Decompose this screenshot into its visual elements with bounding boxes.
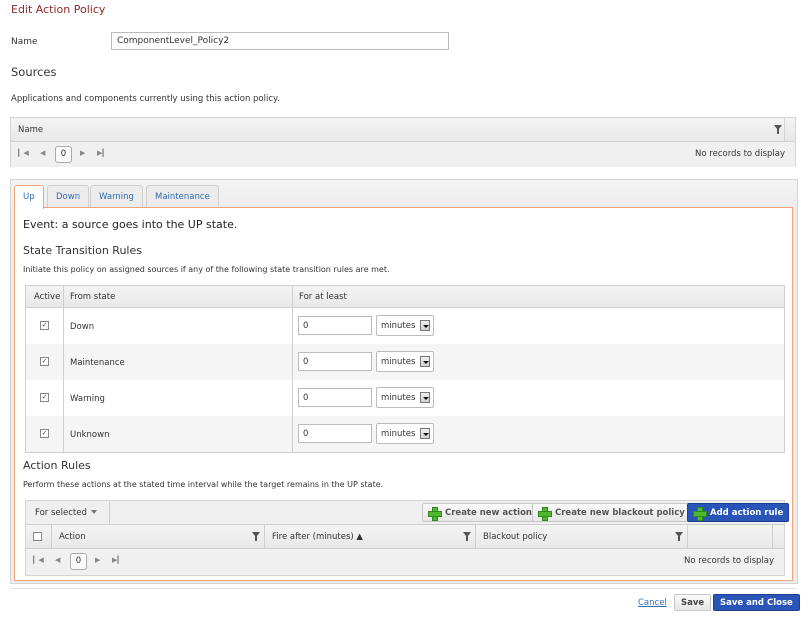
for-selected-label: For selected: [35, 508, 87, 518]
next-page-icon[interactable]: ▶: [80, 149, 85, 157]
table-row: ✓ Maintenance 0 minutes: [26, 344, 784, 380]
duration-input[interactable]: 0: [298, 424, 372, 443]
create-blackout-policy-button[interactable]: Create new blackout policy: [532, 503, 691, 522]
column-header-for-at-least: For at least: [299, 292, 347, 302]
unit-select-value: minutes: [381, 321, 416, 331]
from-state: Unknown: [70, 430, 110, 440]
chevron-down-icon: [90, 510, 97, 514]
footer-divider: [10, 588, 796, 589]
column-header-from-state: From state: [70, 292, 116, 302]
dropdown-arrow-icon[interactable]: [420, 356, 430, 367]
active-checkbox[interactable]: ✓: [40, 357, 49, 366]
plus-icon: [693, 507, 707, 521]
from-state: Down: [70, 322, 95, 332]
state-transition-header: Active From state For at least: [26, 286, 784, 308]
page-number[interactable]: 0: [70, 553, 87, 570]
create-new-action-button[interactable]: Create new action: [422, 503, 538, 522]
plus-icon: [428, 507, 442, 521]
prev-page-icon[interactable]: ◀: [55, 556, 60, 564]
next-page-icon[interactable]: ▶: [95, 556, 100, 564]
active-checkbox[interactable]: ✓: [40, 321, 49, 330]
active-checkbox[interactable]: ✓: [40, 393, 49, 402]
action-rules-heading: Action Rules: [23, 459, 91, 472]
save-and-close-button[interactable]: Save and Close: [713, 594, 800, 611]
unit-select[interactable]: minutes: [376, 315, 434, 336]
action-rules-toolbar: For selected Create new action Create ne…: [26, 501, 790, 525]
column-header-blackout-policy[interactable]: Blackout policy: [483, 532, 547, 542]
for-selected-dropdown[interactable]: For selected: [26, 501, 110, 524]
column-header-name[interactable]: Name: [18, 125, 43, 135]
sources-pager: ▎◀ ◀ 0 ▶ ▶▎ No records to display: [11, 142, 795, 167]
state-transition-table: Active From state For at least ✓ Down 0 …: [25, 285, 785, 453]
dropdown-arrow-icon[interactable]: [420, 428, 430, 439]
create-new-action-label: Create new action: [445, 508, 532, 518]
tab-down[interactable]: Down: [47, 185, 90, 207]
add-action-rule-label: Add action rule: [710, 508, 784, 518]
scrollbar-column: [784, 118, 795, 141]
no-records-text: No records to display: [684, 556, 774, 566]
state-transition-description: Initiate this policy on assigned sources…: [23, 265, 390, 274]
prev-page-icon[interactable]: ◀: [40, 149, 45, 157]
action-rules-header: Action Fire after (minutes) ▲ Blackout p…: [26, 525, 784, 549]
from-state: Maintenance: [70, 358, 125, 368]
tab-warning[interactable]: Warning: [90, 185, 143, 207]
column-header-action[interactable]: Action: [59, 532, 86, 542]
unit-select[interactable]: minutes: [376, 351, 434, 372]
duration-input[interactable]: 0: [298, 316, 372, 335]
filter-icon[interactable]: [252, 532, 260, 541]
table-row: ✓ Warning 0 minutes: [26, 380, 784, 416]
tab-maintenance[interactable]: Maintenance: [146, 185, 219, 207]
page-title: Edit Action Policy: [11, 3, 106, 16]
first-page-icon[interactable]: ▎◀: [33, 556, 44, 564]
column-header-active: Active: [34, 292, 61, 302]
sources-grid-header: Name: [11, 118, 795, 142]
action-rules-pager: ▎◀ ◀ 0 ▶ ▶▎ No records to display: [26, 549, 784, 574]
unit-select[interactable]: minutes: [376, 423, 434, 444]
state-transition-heading: State Transition Rules: [23, 244, 142, 257]
table-row: ✓ Down 0 minutes: [26, 308, 784, 344]
event-description: Event: a source goes into the UP state.: [23, 218, 238, 231]
state-tabstrip: Up Down Warning Maintenance Event: a sou…: [10, 179, 798, 584]
unit-select-value: minutes: [381, 429, 416, 439]
active-checkbox[interactable]: ✓: [40, 429, 49, 438]
sources-heading: Sources: [11, 65, 57, 79]
select-all-checkbox[interactable]: [33, 532, 42, 541]
action-rules-description: Perform these actions at the stated time…: [23, 480, 384, 489]
filter-icon[interactable]: [675, 532, 683, 541]
table-row: ✓ Unknown 0 minutes: [26, 416, 784, 452]
cancel-link[interactable]: Cancel: [638, 598, 667, 608]
dropdown-arrow-icon[interactable]: [420, 392, 430, 403]
sources-description: Applications and components currently us…: [11, 94, 280, 104]
tab-content-up: Event: a source goes into the UP state. …: [14, 207, 793, 581]
add-action-rule-button[interactable]: Add action rule: [687, 503, 790, 522]
tab-up[interactable]: Up: [14, 185, 44, 209]
duration-input[interactable]: 0: [298, 388, 372, 407]
first-page-icon[interactable]: ▎◀: [18, 149, 29, 157]
dropdown-arrow-icon[interactable]: [420, 320, 430, 331]
action-rules-grid: For selected Create new action Create ne…: [25, 500, 790, 576]
last-page-icon[interactable]: ▶▎: [112, 556, 123, 564]
filter-icon[interactable]: [774, 125, 782, 134]
duration-input[interactable]: 0: [298, 352, 372, 371]
page-number[interactable]: 0: [55, 146, 72, 163]
no-records-text: No records to display: [695, 149, 785, 159]
filter-icon[interactable]: [463, 532, 471, 541]
unit-select-value: minutes: [381, 393, 416, 403]
name-label: Name: [11, 37, 38, 47]
last-page-icon[interactable]: ▶▎: [97, 149, 108, 157]
name-input[interactable]: [111, 32, 449, 50]
plus-icon: [538, 507, 552, 521]
from-state: Warning: [70, 394, 105, 404]
sources-grid: Name ▎◀ ◀ 0 ▶ ▶▎ No records to display: [10, 117, 796, 167]
unit-select-value: minutes: [381, 357, 416, 367]
create-blackout-policy-label: Create new blackout policy: [555, 508, 685, 518]
save-button[interactable]: Save: [674, 594, 712, 611]
column-header-fire-after[interactable]: Fire after (minutes) ▲: [272, 532, 363, 542]
unit-select[interactable]: minutes: [376, 387, 434, 408]
